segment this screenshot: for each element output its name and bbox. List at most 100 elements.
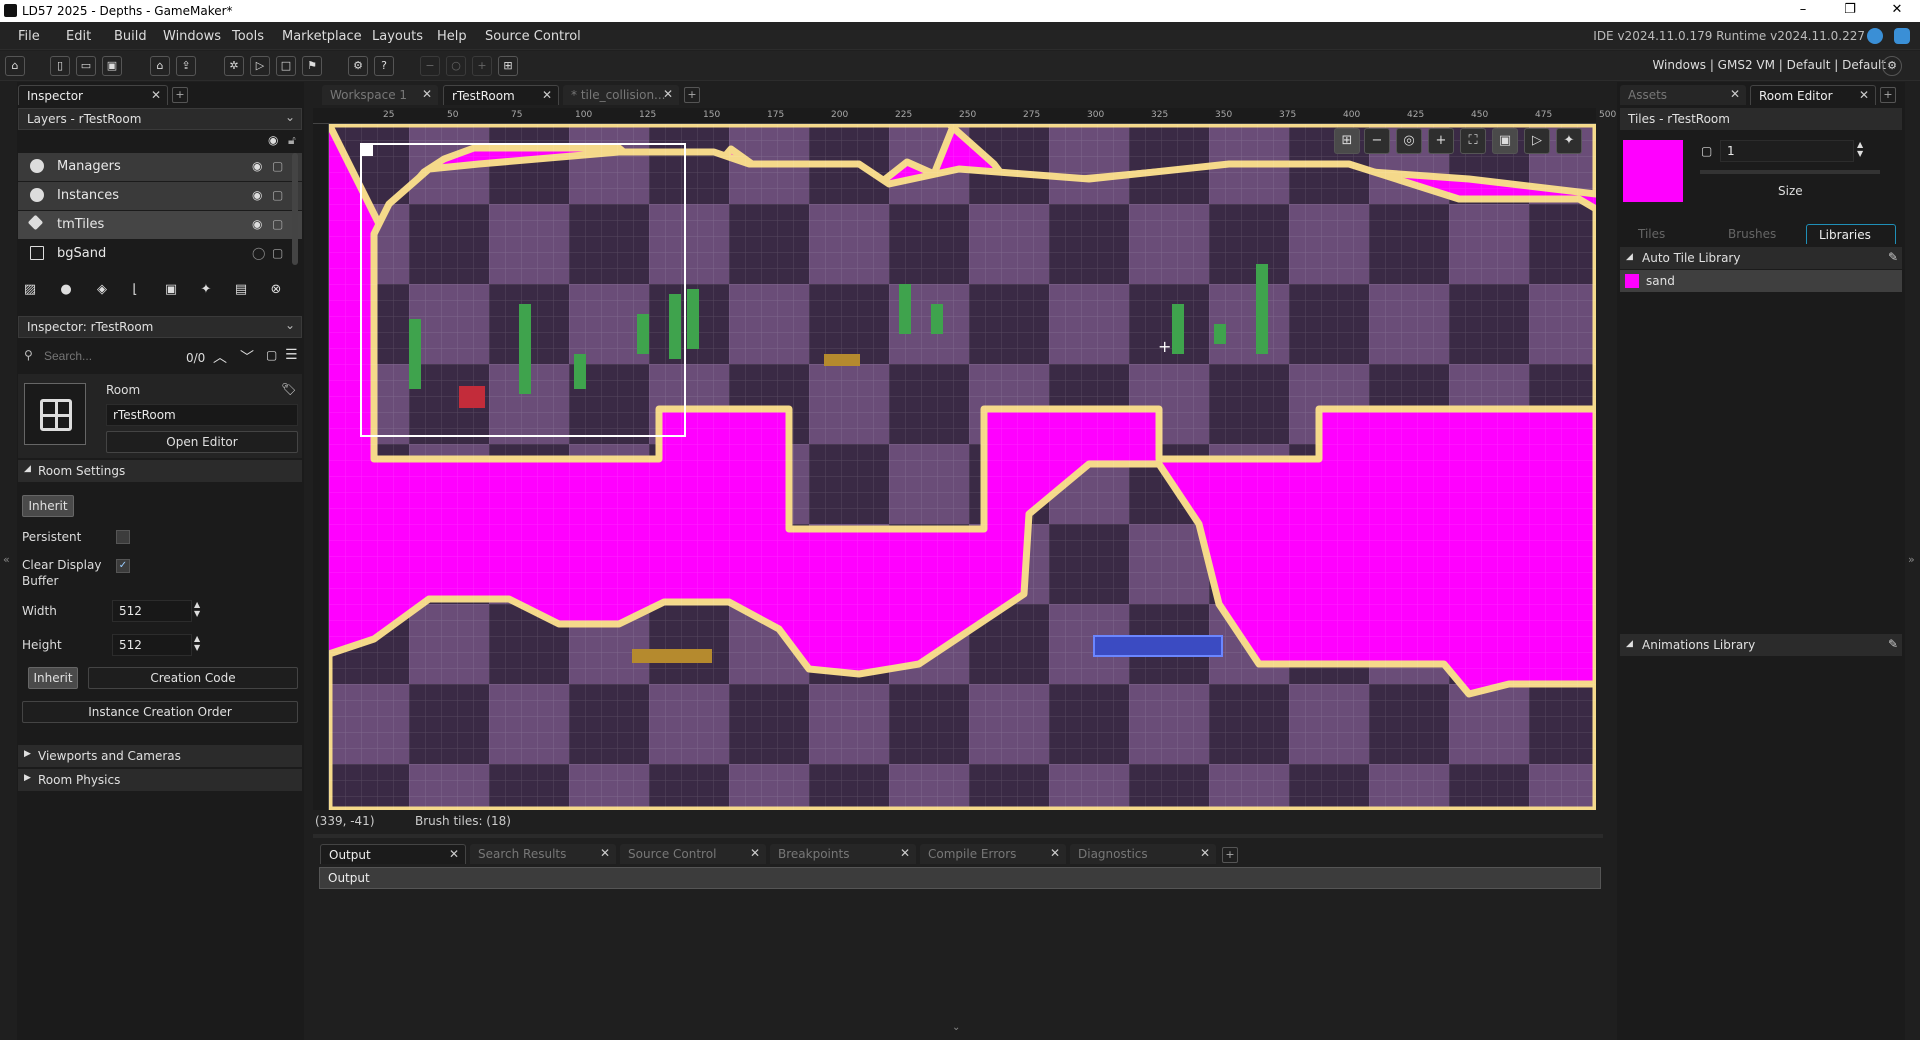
vine-tile[interactable] (899, 284, 911, 334)
layer-bgsand[interactable]: bgSand ◯ ▢ (18, 240, 302, 268)
chevron-up-icon[interactable]: ︿ (213, 347, 227, 367)
lock-icon[interactable]: ▢ (1701, 144, 1712, 158)
room-canvas[interactable]: + (329, 124, 1596, 810)
tab-assets[interactable]: Assets ✕ (1620, 85, 1746, 105)
vine-tile[interactable] (1214, 324, 1226, 344)
collapse-left-icon[interactable]: « (3, 553, 10, 566)
close-icon[interactable]: ✕ (449, 847, 459, 861)
close-icon[interactable]: ✕ (663, 87, 673, 101)
layer-managers[interactable]: Managers ◉ ▢ (18, 153, 302, 181)
tab-source-control[interactable]: Source Control ✕ (620, 844, 766, 864)
menu-help[interactable]: Help (437, 29, 467, 44)
tab-rtestroom[interactable]: rTestRoom ✕ (443, 85, 559, 105)
panel-splitter[interactable] (313, 834, 1603, 838)
layers-scrollbar[interactable] (292, 153, 298, 265)
eye-hidden-icon[interactable]: ◯ (252, 246, 265, 260)
stop-icon[interactable]: □ (276, 56, 296, 76)
tag-icon[interactable]: 🏷︎ (281, 382, 296, 396)
tile-swatch[interactable] (1623, 140, 1683, 202)
close-window-button[interactable]: ✕ (1882, 2, 1912, 17)
tab-breakpoints[interactable]: Breakpoints ✕ (770, 844, 916, 864)
grid-toggle-icon[interactable]: ⊞ (1334, 128, 1360, 154)
width-stepper[interactable]: ▲ ▼ (194, 600, 200, 618)
subtab-libraries[interactable]: Libraries (1806, 224, 1896, 244)
open-editor-button[interactable]: Open Editor (106, 431, 298, 453)
menu-source-control[interactable]: Source Control (485, 29, 581, 44)
save-project-icon[interactable]: ▣ (102, 56, 122, 76)
close-icon[interactable]: ✕ (1200, 846, 1210, 860)
tab-workspace[interactable]: Workspace 1 ✕ (322, 85, 438, 105)
vine-tile[interactable] (687, 289, 699, 349)
run-icon[interactable]: ▷ (250, 56, 270, 76)
restore-button[interactable]: ❐ (1835, 2, 1865, 17)
library-item-sand[interactable]: sand (1620, 270, 1902, 292)
menu-windows[interactable]: Windows (163, 29, 221, 44)
eye-icon[interactable]: ◉ (252, 217, 262, 231)
brush-size-input[interactable]: 1 (1720, 140, 1854, 162)
add-effect-layer-icon[interactable]: ✦ (195, 279, 217, 301)
create-executable-icon[interactable]: ⇪ (176, 56, 196, 76)
clean-icon[interactable]: ⚑ (302, 56, 322, 76)
tab-room-editor[interactable]: Room Editor ✕ (1750, 85, 1876, 105)
height-stepper[interactable]: ▲ ▼ (194, 634, 200, 652)
add-tab-button[interactable]: + (684, 87, 700, 103)
add-asset-layer-icon[interactable]: ▣ (160, 279, 182, 301)
close-icon[interactable]: ✕ (1730, 87, 1740, 101)
lock-icon[interactable]: 🔓︎ (288, 133, 296, 148)
workspace-layout-icon[interactable]: ⊞ (498, 56, 518, 76)
brush-size-stepper[interactable]: ▲ ▼ (1857, 140, 1863, 158)
height-input[interactable]: 512 (112, 634, 192, 656)
instance-creation-order-button[interactable]: Instance Creation Order (22, 701, 298, 723)
play-icon[interactable]: ▷ (1524, 128, 1550, 154)
add-path-layer-icon[interactable]: ⌊ (124, 279, 146, 301)
room-physics-section[interactable]: ▶ Room Physics (18, 769, 302, 791)
menu-build[interactable]: Build (114, 29, 147, 44)
room-name-input[interactable]: rTestRoom (106, 404, 298, 426)
add-tile-layer-icon[interactable]: ◈ (91, 279, 113, 301)
close-icon[interactable]: ✕ (750, 846, 760, 860)
menu-marketplace[interactable]: Marketplace (282, 29, 362, 44)
tab-tile-collision[interactable]: * tile_collision... ✕ (563, 85, 679, 105)
vine-tile[interactable] (1256, 264, 1268, 354)
zoom-in-icon[interactable]: + (472, 56, 492, 76)
width-input[interactable]: 512 (112, 600, 192, 622)
auto-tile-library-section[interactable]: ◢ Auto Tile Library ✎ (1620, 247, 1902, 269)
clean-build-icon[interactable]: ⌂ (150, 56, 170, 76)
crumble-block[interactable] (824, 354, 860, 366)
room-settings-section[interactable]: ◢ Room Settings (18, 460, 302, 482)
edit-pencil-icon[interactable]: ✎ (1888, 637, 1898, 651)
open-project-icon[interactable]: ▭ (76, 56, 96, 76)
add-background-layer-icon[interactable]: ▨ (19, 279, 41, 301)
collapse-right-icon[interactable]: » (1908, 553, 1915, 566)
target-settings-icon[interactable]: ⚙ (1882, 56, 1902, 76)
brush-size-slider[interactable] (1700, 170, 1880, 174)
collapse-bottom-icon[interactable]: ⌄ (952, 1022, 960, 1033)
menu-edit[interactable]: Edit (66, 29, 91, 44)
vine-tile[interactable] (409, 319, 421, 389)
close-icon[interactable]: ✕ (600, 846, 610, 860)
menu-tools[interactable]: Tools (232, 29, 264, 44)
menu-layouts[interactable]: Layouts (372, 29, 423, 44)
tab-inspector[interactable]: Inspector ✕ (18, 85, 168, 105)
vine-tile[interactable] (574, 354, 586, 389)
chat-icon[interactable] (1894, 28, 1910, 44)
vine-tile[interactable] (1172, 304, 1184, 354)
layer-instances[interactable]: Instances ◉ ▢ (18, 182, 302, 210)
close-icon[interactable]: ✕ (542, 88, 552, 102)
room-tiles[interactable]: + (329, 124, 1596, 810)
layers-dropdown[interactable]: Layers - rTestRoom ⌄ (18, 108, 302, 130)
search-input[interactable] (38, 345, 178, 367)
zoom-out-icon[interactable]: − (1364, 128, 1390, 154)
zoom-in-icon[interactable]: + (1428, 128, 1454, 154)
tab-compile-errors[interactable]: Compile Errors ✕ (920, 844, 1066, 864)
inspector-dropdown[interactable]: Inspector: rTestRoom ⌄ (18, 316, 302, 338)
close-icon[interactable]: ✕ (422, 87, 432, 101)
close-icon[interactable]: ✕ (151, 88, 161, 102)
vine-tile[interactable] (519, 304, 531, 394)
eye-icon[interactable]: ◉ (252, 188, 262, 202)
vine-tile[interactable] (637, 314, 649, 354)
add-instance-layer-icon[interactable]: ● (55, 279, 77, 301)
help-icon[interactable]: ? (374, 56, 394, 76)
target-selector[interactable]: Windows | GMS2 VM | Default | Default (1652, 58, 1886, 72)
fullscreen-icon[interactable]: ⛶ (1460, 128, 1486, 154)
